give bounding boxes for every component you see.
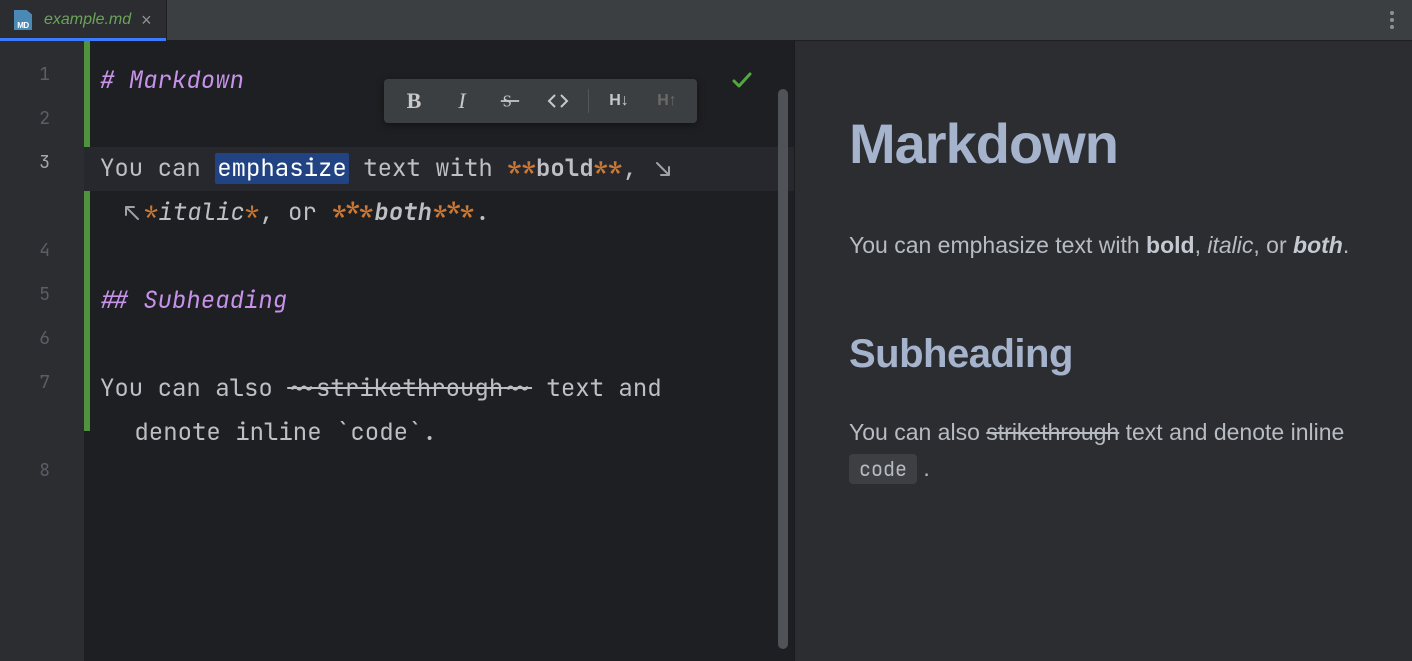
- markdown-file-icon: MD: [14, 10, 34, 30]
- strikethrough-button[interactable]: S: [488, 83, 532, 119]
- bold-text: bold: [1146, 232, 1195, 258]
- floating-format-toolbar: B I S H↓ H↑: [384, 79, 697, 123]
- strike-text: strikethrough: [986, 419, 1119, 445]
- editor-scrollbar[interactable]: [778, 89, 788, 649]
- code-line[interactable]: [84, 455, 794, 499]
- close-icon[interactable]: ×: [141, 11, 152, 29]
- soft-wrap-down-icon: [653, 159, 673, 179]
- code-text: code: [350, 417, 408, 448]
- tab-bar: MD example.md ×: [0, 0, 1412, 41]
- text: ,: [1195, 232, 1208, 258]
- heading-text: Markdown: [129, 65, 244, 96]
- line-number: 4: [0, 235, 84, 279]
- text: .: [917, 455, 930, 481]
- bolditalic-text: both: [1293, 232, 1343, 258]
- text: You can: [100, 153, 215, 184]
- text: text with: [349, 153, 507, 184]
- line-number: 6: [0, 323, 84, 367]
- bold-text: bold: [536, 153, 594, 184]
- text: .: [1343, 232, 1349, 258]
- code-line[interactable]: ## Subheading: [84, 279, 794, 323]
- text: , or: [1253, 232, 1293, 258]
- preview-paragraph: You can also strikethrough text and deno…: [849, 415, 1372, 486]
- italic-text: italic: [158, 197, 244, 228]
- line-number: 5: [0, 279, 84, 323]
- italic-button[interactable]: I: [440, 83, 484, 119]
- inspection-ok-icon[interactable]: [730, 63, 754, 107]
- line-number: 1: [0, 59, 84, 103]
- text: You can emphasize text with: [849, 232, 1146, 258]
- preview-h1: Markdown: [849, 101, 1372, 188]
- preview-h2: Subheading: [849, 323, 1372, 385]
- strike-text: strikethrough: [316, 373, 503, 404]
- italic-marker: *: [245, 197, 259, 228]
- line-number: 2: [0, 103, 84, 147]
- strike-marker: ~~: [503, 373, 532, 404]
- line-number: 7: [0, 367, 84, 455]
- text: text and denote inline: [1119, 419, 1344, 445]
- line-number: 3: [0, 147, 84, 235]
- strike-marker: ~~: [287, 373, 316, 404]
- code-line-wrap[interactable]: *italic*, or ***both***.: [84, 191, 794, 235]
- code-line-wrap[interactable]: denote inline `code`.: [84, 411, 794, 455]
- toolbar-separator: [588, 89, 589, 113]
- bold-button[interactable]: B: [392, 83, 436, 119]
- gutter: 1 2 3 4 5 6 7 8: [0, 41, 84, 661]
- text: text and: [532, 373, 662, 404]
- preview-pane: Markdown You can emphasize text with bol…: [795, 41, 1412, 661]
- heading-down-button[interactable]: H↓: [597, 83, 641, 119]
- tab-options-button[interactable]: [1372, 0, 1412, 40]
- text: denote inline: [120, 417, 336, 448]
- code-marker: `: [336, 417, 350, 448]
- heading-up-button: H↑: [645, 83, 689, 119]
- text: .: [475, 197, 489, 228]
- italic-text: italic: [1207, 232, 1253, 258]
- code-button[interactable]: [536, 83, 580, 119]
- preview-paragraph: You can emphasize text with bold, italic…: [849, 228, 1372, 264]
- kebab-icon: [1390, 11, 1394, 29]
- split-view: 1 2 3 4 5 6 7 8 B I S H↓ H↑: [0, 41, 1412, 661]
- italic-marker: *: [144, 197, 158, 228]
- code-marker: `: [408, 417, 422, 448]
- bolditalic-marker: ***: [331, 197, 374, 228]
- editor-pane: 1 2 3 4 5 6 7 8 B I S H↓ H↑: [0, 41, 795, 661]
- line-number: 8: [0, 455, 84, 499]
- text: ,: [622, 153, 651, 184]
- soft-wrap-up-icon: [122, 203, 142, 223]
- text: , or: [259, 197, 331, 228]
- code-line[interactable]: You can emphasize text with **bold**,: [84, 147, 794, 191]
- bold-marker: **: [507, 153, 536, 184]
- text: You can also: [849, 419, 986, 445]
- code-area[interactable]: B I S H↓ H↑ # Markdown You can emphasi: [84, 41, 794, 661]
- heading-marker: ##: [100, 285, 143, 316]
- code-line[interactable]: You can also ~~strikethrough~~ text and: [84, 367, 794, 411]
- bolditalic-text: both: [374, 197, 432, 228]
- text: You can also: [100, 373, 287, 404]
- scrollbar-thumb[interactable]: [778, 89, 788, 649]
- bold-marker: **: [594, 153, 623, 184]
- code-line[interactable]: [84, 235, 794, 279]
- bolditalic-marker: ***: [432, 197, 475, 228]
- heading-marker: #: [100, 65, 129, 96]
- text: .: [422, 417, 436, 448]
- heading-text: Subheading: [143, 285, 287, 316]
- tab-example-md[interactable]: MD example.md ×: [0, 0, 167, 40]
- code-line[interactable]: [84, 323, 794, 367]
- code-chip: code: [849, 454, 917, 484]
- selection: emphasize: [215, 153, 349, 184]
- tab-filename: example.md: [44, 11, 131, 29]
